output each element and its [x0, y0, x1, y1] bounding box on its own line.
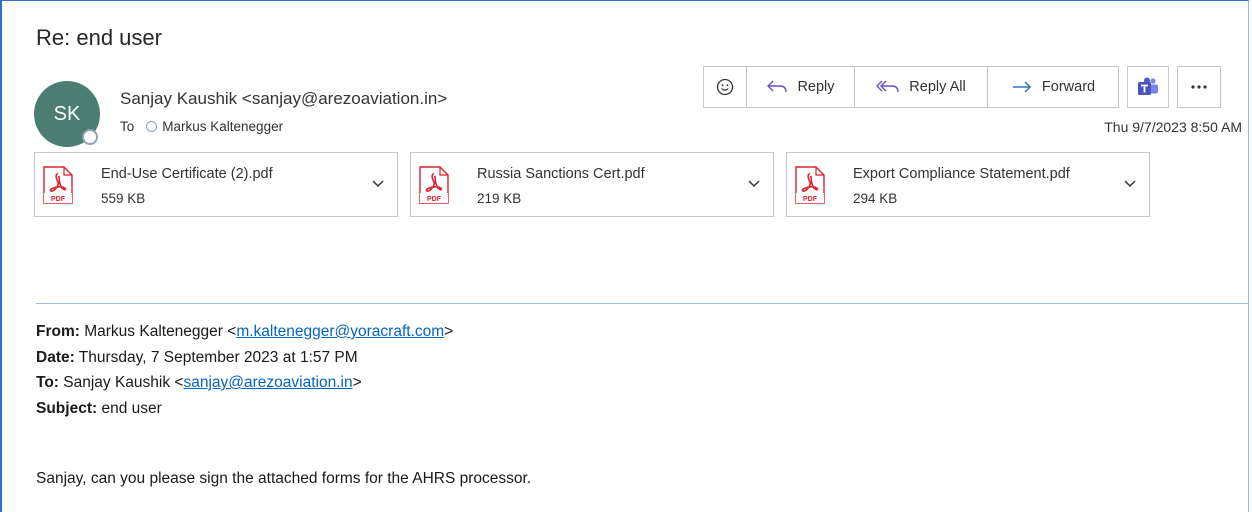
quoted-from-name: Markus Kaltenegger [84, 323, 223, 340]
quoted-to-label: To: [36, 374, 59, 391]
svg-text:PDF: PDF [427, 196, 442, 203]
attachment-item[interactable]: PDF Russia Sanctions Cert.pdf 219 KB [410, 152, 774, 217]
sender-name[interactable]: Sanjay Kaushik <sanjay@arezoaviation.in> [120, 89, 447, 109]
forward-button[interactable]: Forward [987, 66, 1119, 108]
pdf-icon: PDF [795, 166, 825, 204]
reply-all-button[interactable]: Reply All [854, 66, 988, 108]
attachment-size: 219 KB [477, 191, 522, 206]
presence-status-icon [82, 129, 98, 145]
reply-all-icon [876, 80, 899, 93]
attachment-name: Russia Sanctions Cert.pdf [477, 166, 645, 182]
attachment-size: 559 KB [101, 191, 146, 206]
quoted-date-line: Date: Thursday, 7 September 2023 at 1:57… [36, 345, 453, 371]
more-icon [1191, 85, 1207, 89]
chevron-down-icon[interactable] [1123, 179, 1137, 188]
forward-label: Forward [1041, 79, 1096, 95]
attachment-list: PDF End-Use Certificate (2).pdf 559 KB P… [34, 152, 1162, 217]
quoted-to-line: To: Sanjay Kaushik <sanjay@arezoaviation… [36, 374, 362, 391]
message-subject: Re: end user [36, 25, 162, 50]
recipient-line: To Markus Kaltenegger [120, 119, 283, 134]
more-actions-button[interactable] [1177, 66, 1221, 108]
attachment-name: Export Compliance Statement.pdf [853, 166, 1070, 182]
header-divider [36, 303, 1248, 304]
to-label: To [120, 119, 135, 134]
pdf-icon: PDF [419, 166, 449, 204]
recipient-name[interactable]: Markus Kaltenegger [162, 119, 283, 134]
quoted-header: From: Markus Kaltenegger <m.kaltenegger@… [36, 319, 453, 421]
quoted-subject-value: end user [101, 399, 162, 417]
message-actions: Reply Reply All Forward [703, 66, 1221, 108]
attachment-item[interactable]: PDF End-Use Certificate (2).pdf 559 KB [34, 152, 398, 217]
quoted-date-value: Thursday, 7 September 2023 at 1:57 PM [78, 348, 358, 366]
quoted-subject-line: Subject: end user [36, 396, 453, 422]
pdf-icon: PDF [43, 166, 73, 204]
quoted-to-email-link[interactable]: sanjay@arezoaviation.in [183, 374, 352, 391]
attachment-name: End-Use Certificate (2).pdf [101, 166, 273, 182]
message-body: Sanjay, can you please sign the attached… [36, 470, 532, 487]
quoted-from-email-link[interactable]: m.kaltenegger@yoracraft.com [236, 323, 444, 340]
smiley-icon [716, 78, 734, 96]
quoted-date-label: Date: [36, 348, 75, 366]
message-date: Thu 9/7/2023 8:50 AM [1104, 119, 1242, 135]
reply-all-label: Reply All [909, 79, 966, 95]
avatar-initials: SK [53, 102, 81, 125]
svg-text:PDF: PDF [51, 196, 66, 203]
quoted-to-name: Sanjay Kaushik [63, 374, 171, 391]
forward-icon [1012, 81, 1031, 93]
recipient-presence-icon [146, 121, 158, 132]
svg-text:PDF: PDF [803, 196, 818, 203]
chevron-down-icon[interactable] [371, 179, 385, 188]
teams-button[interactable] [1127, 66, 1169, 108]
reply-button[interactable]: Reply [746, 66, 855, 108]
reading-pane: Re: end user SK Sanjay Kaushik <sanjay@a… [0, 0, 1249, 512]
quoted-subject-label: Subject: [36, 399, 98, 417]
attachment-item[interactable]: PDF Export Compliance Statement.pdf 294 … [786, 152, 1150, 217]
reply-icon [767, 80, 788, 93]
teams-icon [1138, 77, 1158, 95]
attachment-size: 294 KB [853, 191, 898, 206]
chevron-down-icon[interactable] [747, 179, 761, 188]
emoji-button[interactable] [703, 66, 747, 108]
quoted-from-line: From: Markus Kaltenegger <m.kaltenegger@… [36, 323, 454, 340]
reply-label: Reply [797, 79, 835, 95]
quoted-from-label: From: [36, 323, 80, 340]
